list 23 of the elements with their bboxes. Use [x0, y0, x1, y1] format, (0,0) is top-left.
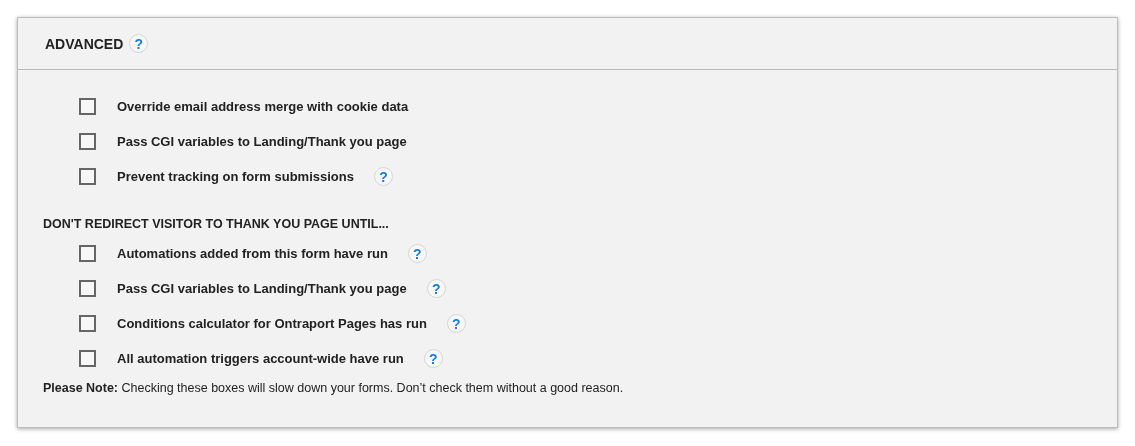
option-label: Pass CGI variables to Landing/Thank you page: [117, 281, 407, 296]
checkbox[interactable]: [79, 168, 96, 185]
checkbox[interactable]: [79, 245, 96, 262]
checkbox[interactable]: [79, 133, 96, 150]
option-label: Prevent tracking on form submissions: [117, 169, 354, 184]
help-icon[interactable]: ?: [426, 279, 446, 298]
option-label: All automation triggers account-wide have run: [117, 351, 404, 366]
option-label: Pass CGI variables to Landing/Thank you page: [117, 134, 407, 149]
note-text: Please Note: Checking these boxes will slow down your forms. Don’t check them without a good reason.: [43, 381, 625, 395]
option-label: Conditions calculator for Ontraport Pages has run: [117, 316, 427, 331]
checkbox[interactable]: [79, 350, 96, 367]
option-label: Override email address merge with cookie data: [117, 99, 409, 114]
option-label: Automations added from this form have run: [117, 246, 388, 261]
checkbox[interactable]: [79, 280, 96, 297]
help-icon[interactable]: ?: [423, 349, 443, 368]
help-icon[interactable]: ?: [129, 34, 149, 53]
help-icon[interactable]: ?: [407, 244, 427, 263]
panel-title: ADVANCED: [45, 35, 124, 52]
checkbox[interactable]: [79, 315, 96, 332]
help-icon[interactable]: ?: [373, 167, 393, 186]
section-heading: DON'T REDIRECT VISITOR TO THANK YOU PAGE UNTIL...: [43, 217, 390, 231]
help-icon[interactable]: ?: [446, 314, 466, 333]
checkbox[interactable]: [79, 98, 96, 115]
